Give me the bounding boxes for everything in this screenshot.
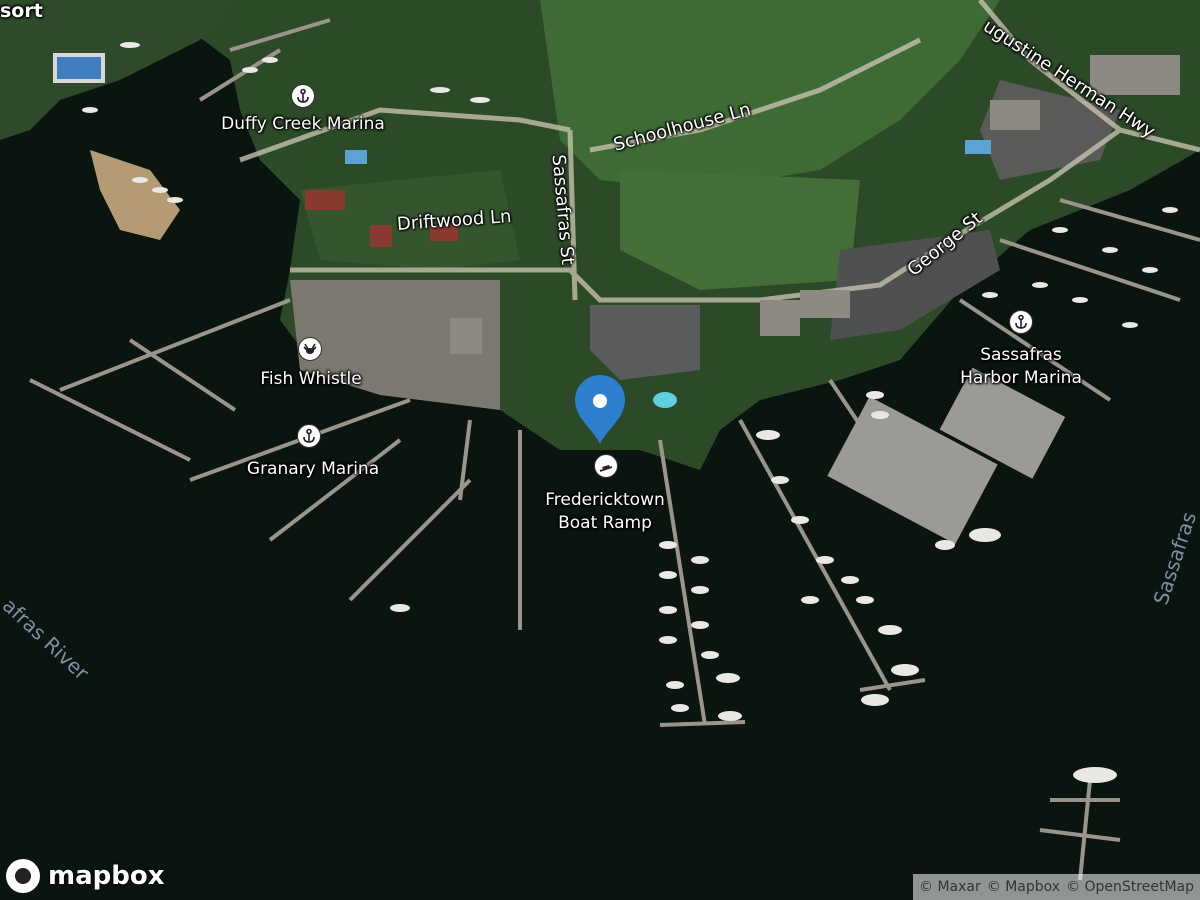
satellite-map[interactable] — [0, 0, 1200, 900]
harbor-icon[interactable] — [297, 424, 321, 448]
attribution-osm-link[interactable]: © OpenStreetMap — [1066, 874, 1194, 900]
sassafras-harbor-line2: Harbor Marina — [960, 368, 1082, 388]
resort-label-fragment: sort — [0, 0, 43, 22]
duffy-creek-marina-label[interactable]: Duffy Creek Marina — [213, 113, 393, 136]
mapbox-logo[interactable]: mapbox — [6, 856, 165, 896]
attribution-mapbox-link[interactable]: © Mapbox — [987, 874, 1060, 900]
boat-ramp-line2: Boat Ramp — [558, 513, 652, 533]
sassafras-harbor-line1: Sassafras — [980, 345, 1062, 365]
mapbox-logo-text: mapbox — [48, 861, 165, 891]
fredericktown-boat-ramp-label[interactable]: Fredericktown Boat Ramp — [515, 489, 695, 535]
fish-whistle-label[interactable]: Fish Whistle — [236, 368, 386, 391]
granary-marina-label[interactable]: Granary Marina — [228, 458, 398, 481]
sassafras-harbor-marina-label[interactable]: Sassafras Harbor Marina — [941, 344, 1101, 390]
harbor-icon[interactable] — [291, 84, 315, 108]
boat-ramp-line1: Fredericktown — [545, 490, 665, 510]
attribution-bar: © Maxar © Mapbox © OpenStreetMap — [913, 874, 1200, 900]
harbor-icon[interactable] — [1009, 310, 1033, 334]
seafood-restaurant-icon[interactable] — [298, 337, 322, 361]
attribution-maxar-link[interactable]: © Maxar — [919, 874, 981, 900]
boat-ramp-icon[interactable] — [594, 454, 618, 478]
mapbox-icon — [6, 859, 40, 893]
location-pin-icon[interactable] — [573, 374, 627, 450]
